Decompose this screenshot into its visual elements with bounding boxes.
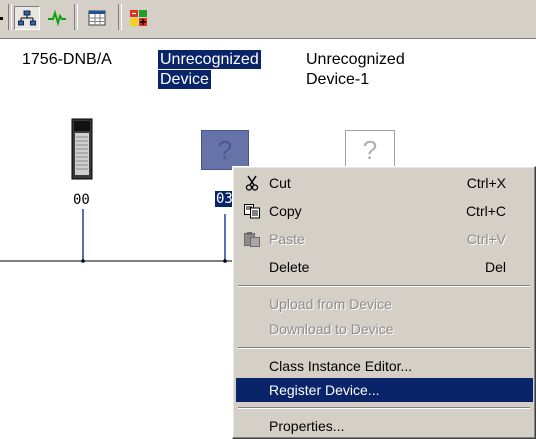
menu-item-label: Register Device... — [269, 382, 380, 398]
selected-device-label-line1[interactable]: Unrecognized — [158, 50, 261, 69]
spreadsheet-icon — [88, 10, 106, 26]
toolbar-separator — [118, 4, 122, 30]
network-view-button[interactable] — [14, 6, 40, 30]
copy-icon — [244, 204, 260, 219]
unknown-device-1[interactable]: ? — [345, 130, 395, 170]
menu-item-copy[interactable]: Copy Ctrl+C — [236, 199, 533, 223]
menu-separator — [238, 347, 530, 349]
scanner-module-icon[interactable] — [70, 117, 94, 181]
menu-item-label: Upload from Device — [269, 296, 392, 312]
menu-item-shortcut: Ctrl+X — [466, 175, 506, 191]
menu-item-upload[interactable]: Upload from Device — [236, 292, 533, 316]
menu-item-label: Delete — [269, 259, 310, 275]
menu-item-shortcut: Del — [484, 259, 506, 275]
scanner-device-label[interactable]: 1756-DNB/A — [22, 50, 112, 69]
menu-item-label: Download to Device — [269, 321, 394, 337]
toolbar-separator — [8, 4, 12, 30]
graph-icon — [48, 10, 66, 26]
toolbar — [0, 0, 536, 39]
toolbar-grip — [0, 17, 3, 20]
menu-item-label: Properties... — [269, 418, 345, 434]
network-view-icon — [18, 10, 36, 26]
device1-label-line2[interactable]: Device-1 — [306, 70, 369, 89]
menu-item-label: Cut — [269, 175, 291, 191]
unknown-device-icon: ? — [217, 135, 233, 165]
menu-separator — [238, 407, 530, 409]
selected-device-label-line2[interactable]: Device — [158, 70, 211, 89]
paste-icon — [244, 232, 260, 247]
menu-item-label: Paste — [269, 231, 305, 247]
graph-button[interactable] — [44, 6, 70, 30]
menu-item-properties[interactable]: Properties... — [236, 414, 533, 438]
menu-item-shortcut: Ctrl+C — [465, 203, 506, 219]
device1-label-line1[interactable]: Unrecognized — [306, 50, 405, 69]
edit-io-button[interactable] — [126, 6, 152, 30]
menu-item-cut[interactable]: Cut Ctrl+X — [236, 171, 533, 195]
menu-item-download[interactable]: Download to Device — [236, 317, 533, 341]
menu-item-label: Class Instance Editor... — [269, 358, 413, 374]
spreadsheet-button[interactable] — [84, 6, 110, 30]
scanner-node-address: 00 — [73, 192, 90, 208]
menu-item-delete[interactable]: Delete Del — [236, 255, 533, 279]
menu-separator — [238, 285, 530, 287]
edit-io-icon — [130, 10, 147, 26]
selected-unknown-device[interactable]: ? — [201, 130, 249, 170]
menu-item-class-instance-editor[interactable]: Class Instance Editor... — [236, 354, 533, 378]
menu-item-label: Copy — [269, 203, 302, 219]
menu-item-paste[interactable]: Paste Ctrl+V — [236, 227, 533, 251]
toolbar-separator — [74, 4, 78, 30]
scissors-icon — [245, 175, 259, 191]
menu-item-register-device[interactable]: Register Device... — [236, 378, 533, 402]
menu-item-shortcut: Ctrl+V — [466, 231, 506, 247]
context-menu: Cut Ctrl+X Copy Ctrl+C Paste Ctrl+V Dele… — [232, 166, 536, 439]
unknown-device-1-icon: ? — [362, 135, 378, 165]
